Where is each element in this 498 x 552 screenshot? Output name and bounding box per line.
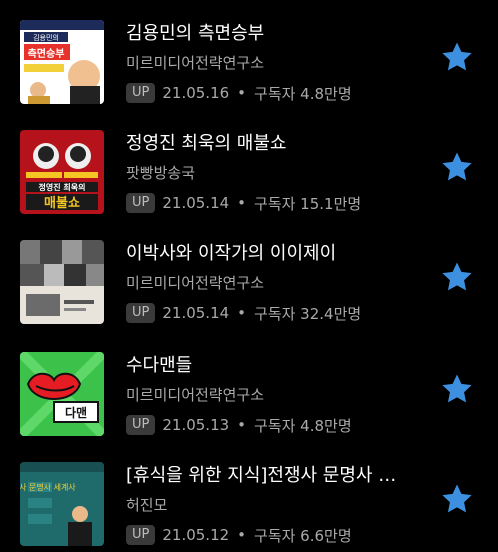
thumb-subtitle-text: 정영진 최욱의	[39, 182, 86, 192]
podcast-thumbnail[interactable]: 다맨	[20, 352, 104, 436]
separator-dot: •	[237, 194, 247, 212]
podcast-meta: UP 21.05.16 • 구독자 4.8만명	[126, 82, 352, 104]
separator-dot: •	[237, 416, 247, 434]
subscriber-count: 구독자 4.8만명	[254, 416, 352, 435]
subscriber-count: 구독자 32.4만명	[254, 304, 362, 323]
thumb-title-text: 측면승부	[28, 47, 65, 60]
subscriber-count: 구독자 4.8만명	[254, 84, 352, 103]
podcast-list-item[interactable]: 다맨 수다맨들 미르미디어전략연구소 UP 21.05.13 • 구독자 4.8…	[0, 352, 498, 442]
subscriber-count: 구독자 15.1만명	[254, 194, 362, 213]
update-date: 21.05.14	[162, 304, 230, 322]
podcast-thumbnail[interactable]	[20, 240, 104, 324]
podcast-cover-image	[20, 240, 104, 324]
update-date: 21.05.14	[162, 194, 230, 212]
separator-dot: •	[237, 84, 247, 102]
favorite-star-icon[interactable]	[440, 482, 474, 516]
separator-dot: •	[237, 304, 247, 322]
update-badge: UP	[126, 303, 156, 323]
separator-dot: •	[237, 526, 247, 544]
update-badge: UP	[126, 525, 156, 545]
podcast-cover-image: 전쟁사 문명사 세계사	[20, 462, 104, 546]
podcast-title[interactable]: 수다맨들	[126, 354, 426, 378]
podcast-cover-image: 측면승부 김용민의	[20, 20, 104, 104]
thumb-subtitle-text: 김용민의	[33, 33, 59, 42]
podcast-publisher: 미르미디어전략연구소	[126, 274, 265, 292]
update-date: 21.05.12	[162, 526, 230, 544]
favorite-star-icon[interactable]	[440, 40, 474, 74]
update-badge: UP	[126, 415, 156, 435]
podcast-publisher: 미르미디어전략연구소	[126, 386, 265, 404]
podcast-title[interactable]: 정영진 최욱의 매불쇼	[126, 132, 426, 156]
favorite-star-icon[interactable]	[440, 260, 474, 294]
thumb-title-text: 매불쇼	[44, 196, 80, 211]
podcast-meta: UP 21.05.14 • 구독자 15.1만명	[126, 192, 361, 214]
podcast-meta: UP 21.05.14 • 구독자 32.4만명	[126, 302, 361, 324]
podcast-cover-image: 다맨	[20, 352, 104, 436]
subscriber-count: 구독자 6.6만명	[254, 526, 352, 545]
podcast-publisher: 팟빵방송국	[126, 164, 196, 182]
podcast-meta: UP 21.05.12 • 구독자 6.6만명	[126, 524, 352, 546]
podcast-title[interactable]: [휴식을 위한 지식]전쟁사 문명사 …	[126, 464, 426, 488]
update-badge: UP	[126, 193, 156, 213]
update-date: 21.05.16	[162, 84, 230, 102]
update-date: 21.05.13	[162, 416, 230, 434]
podcast-title[interactable]: 이박사와 이작가의 이이제이	[126, 242, 426, 266]
podcast-list-item[interactable]: 정영진 최욱의 매불쇼 정영진 최욱의 매불쇼 팟빵방송국 UP 21.05.1…	[0, 130, 498, 220]
favorite-star-icon[interactable]	[440, 372, 474, 406]
podcast-publisher: 허진모	[126, 496, 168, 514]
podcast-list-item[interactable]: 이박사와 이작가의 이이제이 미르미디어전략연구소 UP 21.05.14 • …	[0, 240, 498, 330]
podcast-publisher: 미르미디어전략연구소	[126, 54, 265, 72]
update-badge: UP	[126, 83, 156, 103]
podcast-thumbnail[interactable]: 측면승부 김용민의	[20, 20, 104, 104]
favorite-star-icon[interactable]	[440, 150, 474, 184]
podcast-cover-image: 정영진 최욱의 매불쇼	[20, 130, 104, 214]
podcast-thumbnail[interactable]: 전쟁사 문명사 세계사	[20, 462, 104, 546]
thumb-title-text: 다맨	[65, 405, 87, 420]
podcast-list-item[interactable]: 측면승부 김용민의 김용민의 측면승부 미르미디어전략연구소 UP 21.05.…	[0, 20, 498, 110]
podcast-title[interactable]: 김용민의 측면승부	[126, 22, 426, 46]
podcast-subscription-list: 측면승부 김용민의 김용민의 측면승부 미르미디어전략연구소 UP 21.05.…	[0, 0, 498, 550]
podcast-thumbnail[interactable]: 정영진 최욱의 매불쇼	[20, 130, 104, 214]
podcast-meta: UP 21.05.13 • 구독자 4.8만명	[126, 414, 352, 436]
podcast-list-item[interactable]: 전쟁사 문명사 세계사 [휴식을 위한 지식]전쟁사 문명사 … 허진모 UP …	[0, 462, 498, 552]
thumb-title-text: 전쟁사 문명사 세계사	[20, 482, 76, 492]
